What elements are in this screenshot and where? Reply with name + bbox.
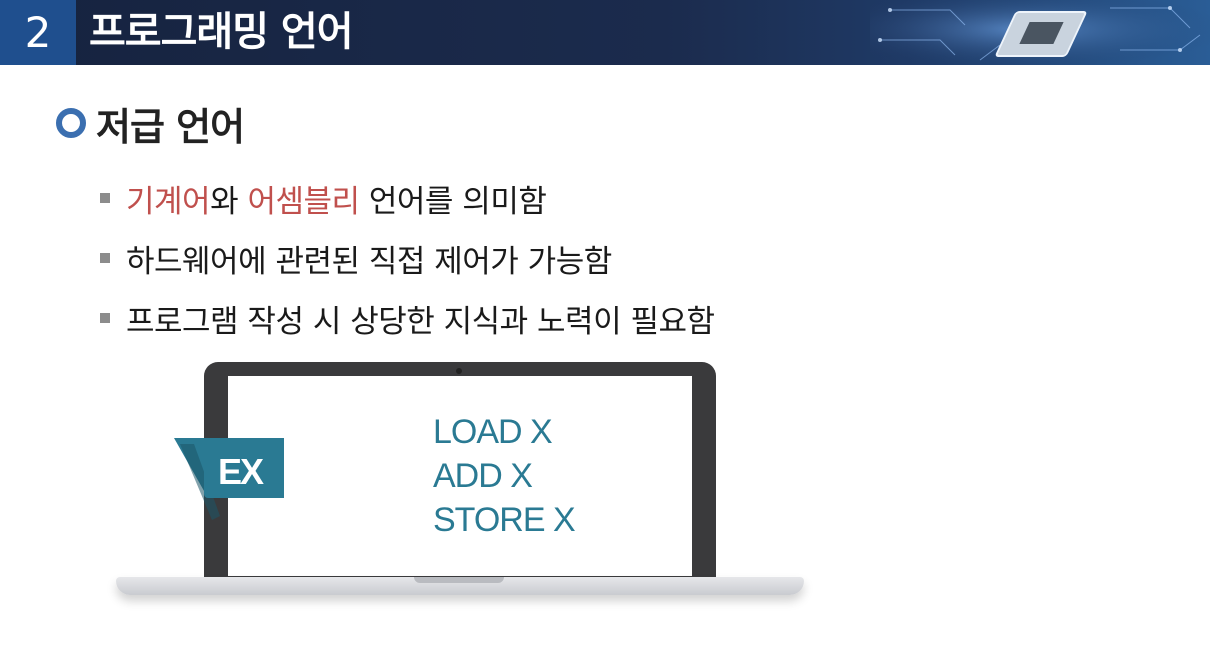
camera-icon	[456, 368, 462, 374]
bullet-list: 기계어와 어셈블리 언어를 의미함 하드웨어에 관련된 직접 제어가 가능함 프…	[100, 168, 715, 348]
section-heading: 저급 언어	[56, 98, 245, 149]
code-line: LOAD X	[433, 413, 553, 451]
square-bullet-icon	[100, 253, 110, 263]
bullet-text: 프로그램 작성 시 상당한 지식과 노력이 필요함	[126, 303, 715, 340]
bullet-text-segment: 언어를 의미함	[359, 183, 547, 220]
section-title: 저급 언어	[96, 104, 245, 149]
list-item: 기계어와 어셈블리 언어를 의미함	[100, 168, 715, 228]
list-item: 하드웨어에 관련된 직접 제어가 가능함	[100, 228, 715, 288]
code-line: ADD X	[433, 457, 533, 495]
section-number: 2	[0, 0, 76, 65]
accent-term: 기계어	[126, 183, 211, 220]
bullet-text: 기계어와 어셈블리 언어를 의미함	[126, 176, 547, 221]
example-tag-icon: EX	[174, 438, 284, 520]
laptop-base	[116, 577, 804, 595]
code-line: STORE X	[433, 501, 576, 539]
bullet-text: 하드웨어에 관련된 직접 제어가 가능함	[126, 243, 612, 280]
circuit-chip-decoration-icon	[870, 0, 1210, 65]
example-tag-label: EX	[218, 451, 264, 492]
square-bullet-icon	[100, 313, 110, 323]
slide-title: 프로그래밍 언어	[89, 9, 354, 55]
assembly-code: LOAD X ADD X STORE X	[433, 410, 576, 542]
slide-header: 2 프로그래밍 언어	[0, 0, 1210, 65]
square-bullet-icon	[100, 193, 110, 203]
laptop-notch	[414, 577, 504, 583]
ring-bullet-icon	[56, 108, 86, 138]
list-item: 프로그램 작성 시 상당한 지식과 노력이 필요함	[100, 288, 715, 348]
bullet-text-segment: 와	[210, 183, 248, 220]
accent-term: 어셈블리	[247, 183, 360, 220]
